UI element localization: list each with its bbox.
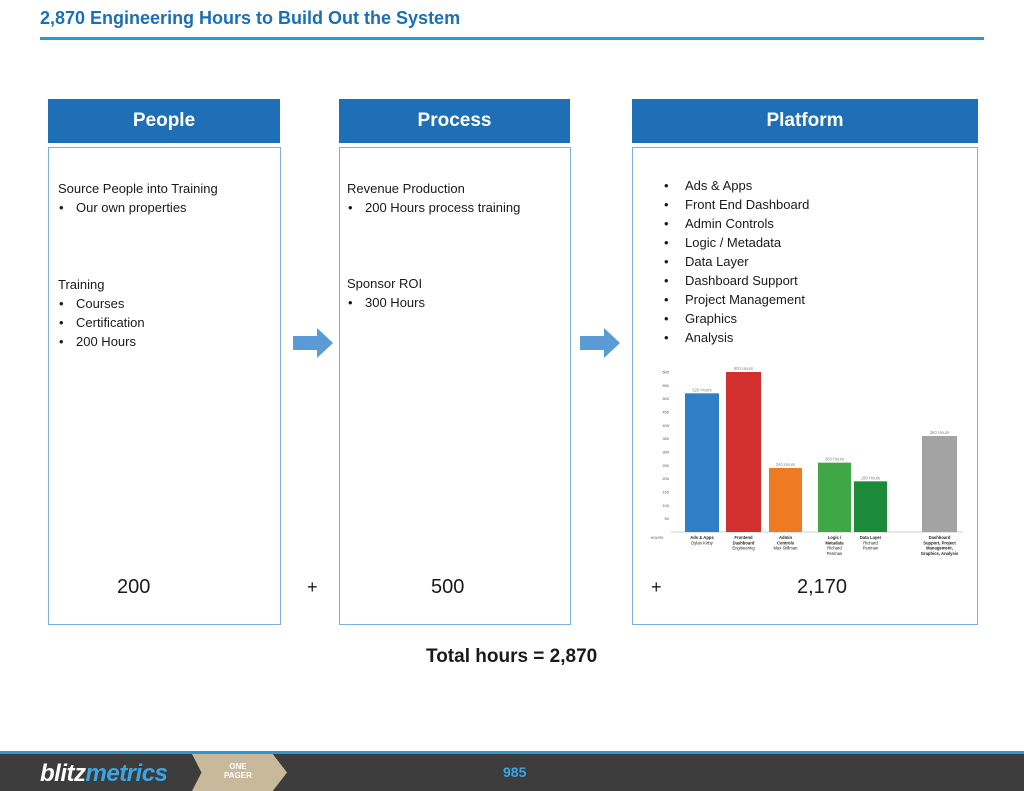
chart-category-label: Logic /: [828, 535, 842, 540]
people-section2-title: Training: [58, 277, 105, 292]
chart-y-tick-label: 350: [662, 436, 669, 441]
chart-category-label: Admin: [779, 535, 792, 540]
process-section1-item: 200 Hours process training: [347, 198, 520, 217]
chart-y-tick-label: 250: [662, 463, 669, 468]
people-section1-item: Our own properties: [58, 198, 218, 217]
process-total: 500: [431, 576, 465, 598]
chart-bar: [726, 372, 761, 532]
people-total: 200: [117, 576, 151, 598]
chart-category-label: Management,: [926, 546, 953, 551]
chart-bar: [769, 468, 802, 532]
chart-y-tick-label: 400: [662, 423, 669, 428]
chart-bar-label: 240 Hours: [776, 462, 795, 467]
chart-category-label: Richard: [827, 546, 842, 551]
blitzmetrics-logo: blitzmetrics: [40, 760, 168, 788]
chart-y-tick-label: 50: [665, 516, 670, 521]
one-pager-badge-text: ONE PAGER: [224, 762, 252, 780]
title-underline: [40, 37, 984, 40]
chart-category-label: Ads & Apps: [690, 535, 714, 540]
one-pager-badge: ONE PAGER: [192, 754, 287, 791]
chart-bar-label: 520 Hours: [692, 387, 711, 392]
right-arrow-icon: [293, 328, 333, 358]
chart-category-label: Metadata: [825, 540, 844, 545]
chart-bar-label: 600 Hours: [734, 366, 753, 371]
badge-line2: PAGER: [224, 771, 252, 780]
chart-bar: [685, 393, 719, 532]
right-arrow-icon: [580, 328, 620, 358]
chart-bar-label: 190 Hours: [861, 475, 880, 480]
platform-header: Platform: [632, 99, 978, 143]
page-number: 985: [503, 764, 527, 780]
chart-y-tick-label: 100: [662, 503, 669, 508]
chart-y-tick-label: 150: [662, 490, 669, 495]
platform-item: Logic / Metadata: [662, 233, 809, 252]
people-section2: Training Courses Certification 200 Hours: [58, 275, 145, 351]
platform-item: Front End Dashboard: [662, 195, 809, 214]
hours-bar-chart: HOURS 50 100 150 200 250 300 350 400 450 500 550 600…: [651, 366, 963, 556]
chart-category-label: Controls: [777, 540, 795, 545]
footer-bar: blitzmetrics ONE PAGER 985: [0, 751, 1024, 791]
people-section2-item: 200 Hours: [58, 332, 145, 351]
chart-bar-label: 360 Hours: [930, 430, 949, 435]
chart-category-label: Penman: [827, 551, 843, 556]
chart-category-label: Engineering: [732, 546, 755, 551]
chart-category-label: Frontend: [734, 535, 753, 540]
people-section1: Source People into Training Our own prop…: [58, 179, 218, 217]
chart-category-label: Data Layer: [860, 535, 882, 540]
chart-category-label: Graphics, Analysis: [921, 551, 959, 556]
process-section2: Sponsor ROI 300 Hours: [347, 274, 425, 312]
plus-sign: +: [651, 577, 662, 597]
chart-category-label: Penman: [863, 546, 879, 551]
process-section2-item: 300 Hours: [347, 293, 425, 312]
chart-y-tick-label: 450: [662, 410, 669, 415]
process-header: Process: [339, 99, 570, 143]
platform-item: Analysis: [662, 328, 809, 347]
chart-y-tick-label: 500: [662, 396, 669, 401]
chart-category-label: Dashboard: [733, 540, 755, 545]
chart-y-tick-label: 200: [662, 476, 669, 481]
people-section1-title: Source People into Training: [58, 181, 218, 196]
process-section1-title: Revenue Production: [347, 181, 465, 196]
platform-item: Admin Controls: [662, 214, 809, 233]
plus-sign: +: [307, 577, 318, 597]
chart-bar: [922, 436, 957, 532]
badge-line1: ONE: [229, 762, 247, 771]
platform-item: Ads & Apps: [662, 176, 809, 195]
chart-category-label: Richard: [863, 540, 878, 545]
process-section1: Revenue Production 200 Hours process tra…: [347, 179, 520, 217]
chart-category-label: Max Stillman: [774, 546, 799, 551]
people-header: People: [48, 99, 280, 143]
people-section2-item: Certification: [58, 313, 145, 332]
platform-item: Graphics: [662, 309, 809, 328]
platform-list: Ads & Apps Front End Dashboard Admin Con…: [662, 176, 809, 347]
process-box: [339, 147, 571, 625]
people-box: [48, 147, 281, 625]
total-hours: Total hours = 2,870: [426, 646, 598, 667]
chart-y-tick-label: 300: [662, 450, 669, 455]
chart-category-label: Support, Project: [923, 540, 956, 545]
process-section2-title: Sponsor ROI: [347, 276, 423, 291]
people-section2-item: Courses: [58, 294, 145, 313]
chart-y-label: HOURS: [651, 536, 664, 540]
chart-y-tick-label: 550: [662, 383, 669, 388]
page-title: 2,870 Engineering Hours to Build Out the…: [40, 8, 461, 28]
platform-item: Data Layer: [662, 252, 809, 271]
platform-item: Project Management: [662, 290, 809, 309]
chart-bar: [854, 481, 887, 532]
chart-bar: [818, 462, 851, 532]
chart-category-label: Dylan Kirby: [691, 540, 713, 545]
chart-y-tick-label: 600: [662, 370, 669, 375]
logo-part1: blitz: [40, 760, 86, 787]
logo-part2: metrics: [85, 760, 168, 787]
platform-total: 2,170: [797, 576, 848, 598]
chart-bar-label: 260 Hours: [825, 457, 844, 462]
chart-category-label: Dashboard: [929, 535, 951, 540]
platform-item: Dashboard Support: [662, 271, 809, 290]
